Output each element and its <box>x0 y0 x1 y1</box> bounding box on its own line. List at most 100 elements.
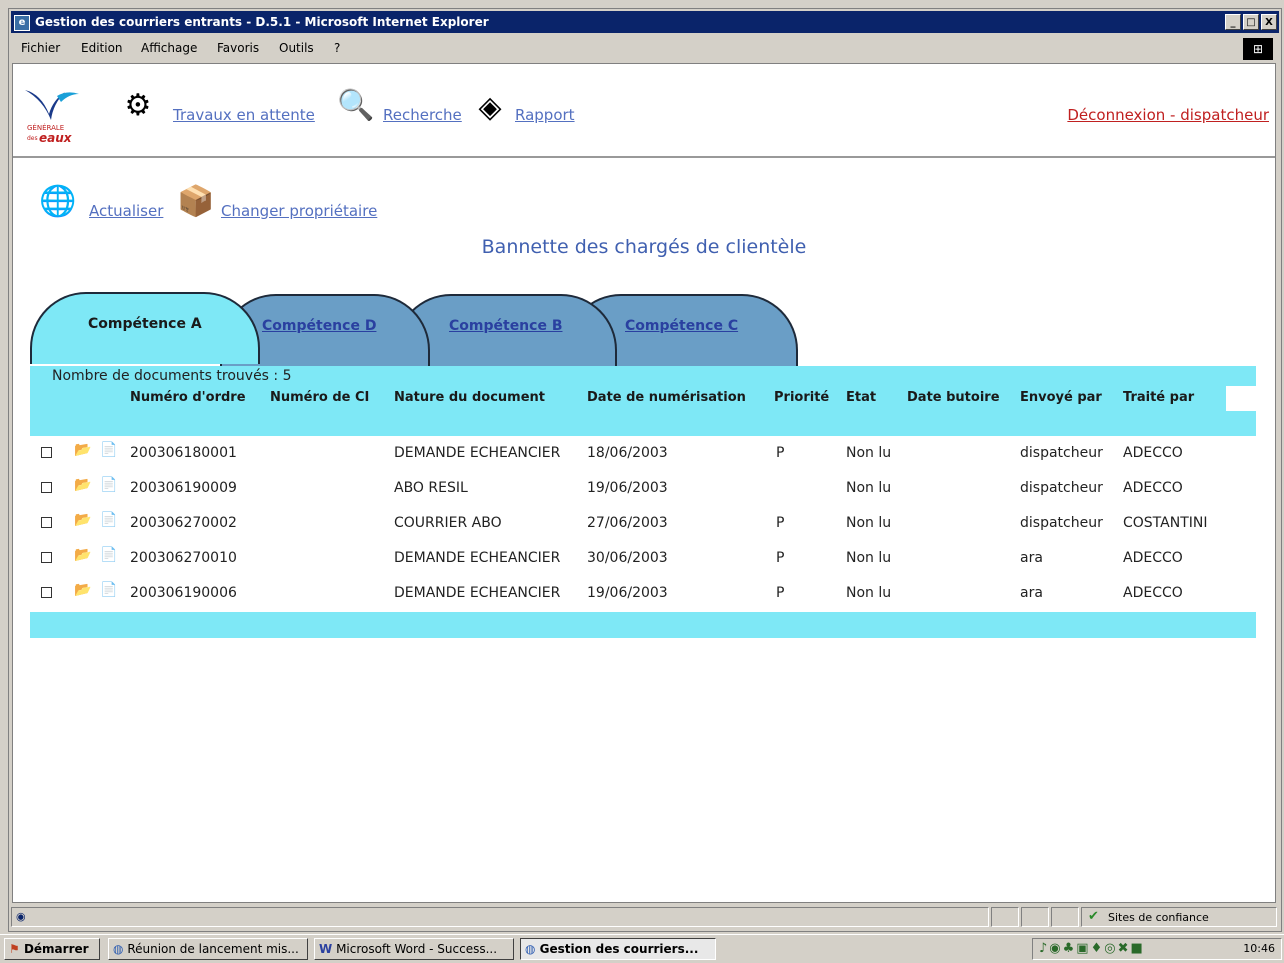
nav-link-travaux[interactable]: Travaux en attente <box>173 106 315 124</box>
logo-text-des: des <box>27 135 38 142</box>
document-icon[interactable]: 📄 <box>100 512 117 528</box>
nav-link-recherche[interactable]: Recherche <box>383 106 462 124</box>
cell-etat: Non lu <box>846 480 892 496</box>
menu-favoris[interactable]: Favoris <box>217 41 259 55</box>
table-row: 📂 📄 200306190006 DEMANDE ECHEANCIER 19/0… <box>30 576 1256 611</box>
actualiser-link[interactable]: Actualiser <box>89 202 163 220</box>
cell-nature: COURRIER ABO <box>394 515 502 531</box>
menu-affichage[interactable]: Affichage <box>141 41 197 55</box>
cell-numero: 200306180001 <box>130 445 237 461</box>
cell-traite: ADECCO <box>1123 445 1183 461</box>
cell-nature: DEMANDE ECHEANCIER <box>394 445 561 461</box>
task-label: Microsoft Word - Success... <box>336 942 498 956</box>
browser-window: e Gestion des courriers entrants - D.5.1… <box>8 8 1282 932</box>
open-document-icon[interactable]: 📂 <box>74 442 91 458</box>
title-bar[interactable]: e Gestion des courriers entrants - D.5.1… <box>11 11 1279 33</box>
menu-bar: Fichier Edition Affichage Favoris Outils… <box>11 35 1279 61</box>
cell-numero: 200306190009 <box>130 480 237 496</box>
changer-proprietaire-link[interactable]: Changer propriétaire <box>221 202 377 220</box>
minimize-button[interactable]: _ <box>1225 14 1241 30</box>
tab-strip: Compétence D Compétence B Compétence C C… <box>30 286 800 370</box>
tab-label: Compétence C <box>625 318 739 334</box>
start-button[interactable]: ⚑ Démarrer <box>4 938 100 960</box>
cell-etat: Non lu <box>846 515 892 531</box>
menu-fichier[interactable]: Fichier <box>21 41 60 55</box>
close-button[interactable]: X <box>1261 14 1277 30</box>
cell-numero: 200306190006 <box>130 585 237 601</box>
open-document-icon[interactable]: 📂 <box>74 582 91 598</box>
document-icon[interactable]: 📄 <box>100 477 117 493</box>
grid-body: 📂 📄 200306180001 DEMANDE ECHEANCIER 18/0… <box>30 436 1256 612</box>
windows-logo-icon: ⊞ <box>1243 38 1273 60</box>
nav-link-rapport[interactable]: Rapport <box>515 106 575 124</box>
row-checkbox[interactable] <box>41 517 52 528</box>
security-zone: ✔ Sites de confiance <box>1081 907 1277 927</box>
row-checkbox[interactable] <box>41 482 52 493</box>
cell-traite: ADECCO <box>1123 585 1183 601</box>
open-document-icon[interactable]: 📂 <box>74 477 91 493</box>
menu-outils[interactable]: Outils <box>279 41 314 55</box>
column-header-priorite: Priorité <box>774 390 830 405</box>
windows-flag-icon: ⚑ <box>9 942 20 956</box>
cell-date: 27/06/2003 <box>587 515 668 531</box>
menu-help[interactable]: ? <box>334 41 340 55</box>
cell-nature: ABO RESIL <box>394 480 468 496</box>
gears-icon[interactable]: ⚙ <box>117 86 159 126</box>
status-bar: ◉ ✔ Sites de confiance <box>11 905 1279 929</box>
box-owner-icon[interactable]: 📦 <box>175 182 217 222</box>
cell-etat: Non lu <box>846 550 892 566</box>
logo-text-eaux: eaux <box>39 131 73 145</box>
row-checkbox[interactable] <box>41 447 52 458</box>
status-pane <box>991 907 1019 927</box>
cell-traite: ADECCO <box>1123 480 1183 496</box>
search-people-icon[interactable]: 🔍 <box>335 86 377 126</box>
cell-date: 30/06/2003 <box>587 550 668 566</box>
column-header-nature: Nature du document <box>394 390 545 405</box>
cell-envoye: ara <box>1020 585 1043 601</box>
task-gestion[interactable]: ◍ Gestion des courriers... <box>520 938 716 960</box>
document-icon[interactable]: 📄 <box>100 547 117 563</box>
column-header-numero: Numéro d'ordre <box>130 390 246 405</box>
cell-envoye: dispatcheur <box>1020 445 1103 461</box>
document-icon[interactable]: 📄 <box>100 442 117 458</box>
system-tray: ♪◉♣▣♦◎✖■ 10:46 <box>1032 938 1282 960</box>
maximize-button[interactable]: □ <box>1243 14 1259 30</box>
report-icon[interactable]: ◈ <box>469 88 511 128</box>
header-bar: GÉNÉRALE des eaux ⚙ Travaux en attente 🔍… <box>13 64 1275 158</box>
taskbar: ⚑ Démarrer ◍ Réunion de lancement mis...… <box>0 934 1284 963</box>
cell-traite: COSTANTINI <box>1123 515 1208 531</box>
column-header-date: Date de numérisation <box>587 390 746 405</box>
cell-envoye: ara <box>1020 550 1043 566</box>
task-label: Gestion des courriers... <box>539 942 699 956</box>
open-document-icon[interactable]: 📂 <box>74 512 91 528</box>
cell-priorite: P <box>776 550 785 566</box>
page-status-icon: ◉ <box>16 910 26 923</box>
cell-priorite: P <box>776 515 785 531</box>
row-checkbox[interactable] <box>41 587 52 598</box>
menu-edition[interactable]: Edition <box>81 41 123 55</box>
tab-competence-a[interactable]: Compétence A <box>30 292 260 364</box>
ie-icon: ◍ <box>525 942 536 956</box>
page-title: Bannette des chargés de clientèle <box>481 236 807 258</box>
globe-refresh-icon[interactable]: 🌐 <box>37 182 79 222</box>
check-icon: ✔ <box>1088 909 1099 924</box>
task-word[interactable]: W Microsoft Word - Success... <box>314 938 514 960</box>
table-row: 📂 📄 200306270010 DEMANDE ECHEANCIER 30/0… <box>30 541 1256 576</box>
tray-icons[interactable]: ♪◉♣▣♦◎✖■ <box>1039 941 1145 956</box>
task-reunion[interactable]: ◍ Réunion de lancement mis... <box>108 938 308 960</box>
cell-priorite: P <box>776 585 785 601</box>
tab-label: Compétence D <box>262 318 377 334</box>
status-text-pane: ◉ <box>11 907 989 927</box>
open-document-icon[interactable]: 📂 <box>74 547 91 563</box>
document-count: Nombre de documents trouvés : 5 <box>52 368 292 384</box>
tab-label: Compétence A <box>88 316 202 332</box>
row-checkbox[interactable] <box>41 552 52 563</box>
status-pane <box>1051 907 1079 927</box>
clock: 10:46 <box>1243 942 1275 955</box>
logout-link[interactable]: Déconnexion - dispatcheur <box>1067 106 1269 124</box>
table-row: 📂 📄 200306270002 COURRIER ABO 27/06/2003… <box>30 506 1256 541</box>
cell-etat: Non lu <box>846 445 892 461</box>
document-icon[interactable]: 📄 <box>100 582 117 598</box>
cell-numero: 200306270002 <box>130 515 237 531</box>
table-row: 📂 📄 200306180001 DEMANDE ECHEANCIER 18/0… <box>30 436 1256 471</box>
